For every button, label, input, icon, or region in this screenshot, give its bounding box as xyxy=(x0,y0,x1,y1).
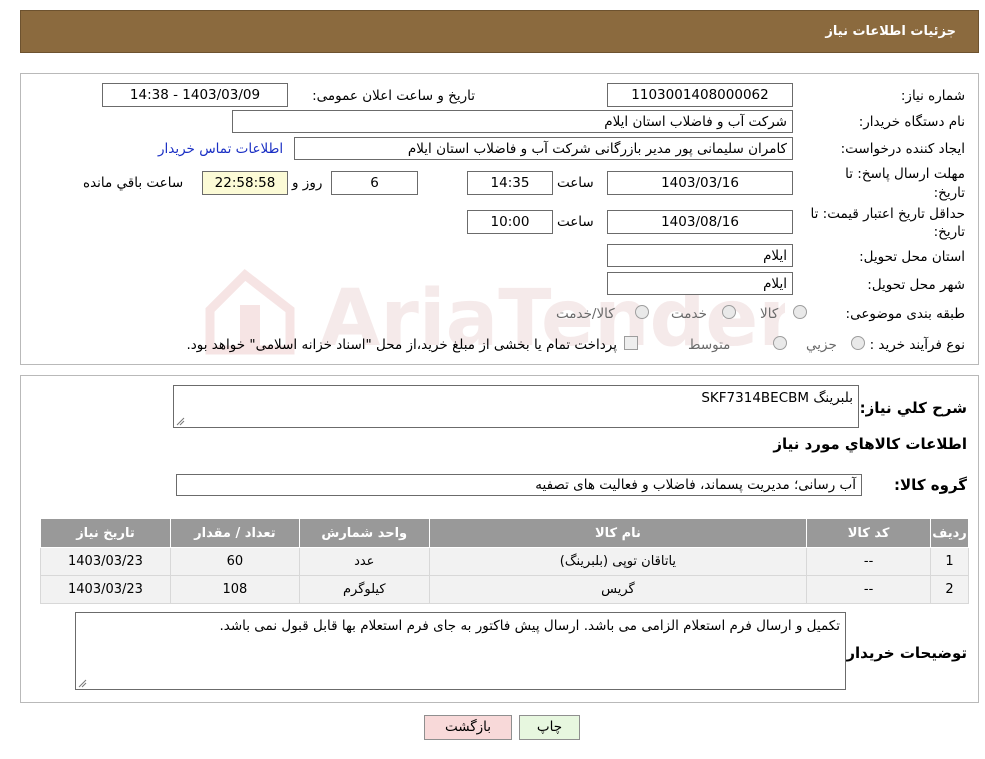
city-label: شهر محل تحویل: xyxy=(867,277,965,293)
cell-row-number: 1 xyxy=(930,547,969,576)
creator-label: ایجاد کننده درخواست: xyxy=(840,141,965,157)
summary-textarea[interactable]: بلبرینگ SKF7314BECBM xyxy=(173,385,859,428)
col-header-item-name: نام کالا xyxy=(428,518,808,548)
cell-item-name: یاتاقان توپی (بلبرینگ) xyxy=(428,547,808,576)
process-medium-radio[interactable] xyxy=(773,336,787,350)
city-field: ایلام xyxy=(607,272,793,295)
process-minor-radio[interactable] xyxy=(851,336,865,350)
deadline-time-field: 14:35 xyxy=(467,171,553,195)
buyer-notes-textarea[interactable]: تکمیل و ارسال فرم استعلام الزامی می باشد… xyxy=(75,612,846,690)
cell-need-date: 1403/03/23 xyxy=(40,547,171,576)
cell-unit: عدد xyxy=(298,547,430,576)
table-row: 2 -- گریس کیلوگرم 108 1403/03/23 xyxy=(40,575,969,604)
need-number-label: شماره نیاز: xyxy=(900,88,965,104)
buyer-org-label: نام دستگاه خریدار: xyxy=(858,114,965,130)
category-service-radio[interactable] xyxy=(722,305,736,319)
print-button[interactable]: چاپ xyxy=(519,715,580,740)
buyer-org-field: شرکت آب و فاضلاب استان ایلام xyxy=(232,110,793,133)
category-goods-service-label: کالا/خدمت xyxy=(556,306,615,322)
validity-time-label: ساعت xyxy=(557,214,594,230)
province-label: استان محل تحویل: xyxy=(859,249,965,265)
table-header-row: رديف کد کالا نام کالا واحد شمارش تعداد /… xyxy=(40,518,969,548)
process-minor-label: جزیي xyxy=(806,337,837,353)
buyer-notes-text: تکمیل و ارسال فرم استعلام الزامی می باشد… xyxy=(219,618,840,634)
announce-datetime-label: تاریخ و ساعت اعلان عمومی: xyxy=(312,88,475,104)
category-goods-radio[interactable] xyxy=(793,305,807,319)
validity-date-field: 1403/08/16 xyxy=(607,210,793,234)
deadline-label: مهلت ارسال پاسخ: تا xyxy=(845,166,965,182)
goods-table: رديف کد کالا نام کالا واحد شمارش تعداد /… xyxy=(40,518,969,604)
cell-item-code: -- xyxy=(806,547,932,576)
table-row: 1 -- یاتاقان توپی (بلبرینگ) عدد 60 1403/… xyxy=(40,547,969,576)
cell-item-name: گریس xyxy=(428,575,808,604)
cell-quantity: 60 xyxy=(169,547,300,576)
deadline-date-field: 1403/03/16 xyxy=(607,171,793,195)
summary-text: بلبرینگ SKF7314BECBM xyxy=(701,390,853,406)
category-service-label: خدمت xyxy=(671,306,707,322)
goods-group-field: آب رسانی؛ مدیریت پسماند، فاضلاب و فعالیت… xyxy=(176,474,862,496)
days-remaining-field: 6 xyxy=(331,171,418,195)
days-label: روز و xyxy=(292,175,323,191)
summary-label: شرح كلي نياز: xyxy=(859,399,967,417)
col-header-need-date: تاريخ نياز xyxy=(40,518,171,548)
category-goods-service-radio[interactable] xyxy=(635,305,649,319)
process-medium-label: متوسط xyxy=(688,337,731,353)
category-label: طبقه بندی موضوعی: xyxy=(845,306,965,322)
treasury-payment-note: پرداخت تمام یا بخشی از مبلغ خرید،از محل … xyxy=(186,337,617,353)
cell-row-number: 2 xyxy=(930,575,969,604)
back-button[interactable]: بازگشت xyxy=(424,715,512,740)
process-type-label: نوع فرآیند خرید : xyxy=(869,337,965,353)
cell-need-date: 1403/03/23 xyxy=(40,575,171,604)
resize-grip-icon[interactable] xyxy=(176,417,185,426)
validity-label-date: تاریخ: xyxy=(933,224,965,240)
buyer-contact-link[interactable]: اطلاعات تماس خریدار xyxy=(158,141,283,157)
category-goods-label: کالا xyxy=(760,306,779,322)
col-header-item-code: کد کالا xyxy=(806,518,932,548)
col-header-unit: واحد شمارش xyxy=(298,518,430,548)
remaining-time-field: 22:58:58 xyxy=(202,171,288,195)
col-header-quantity: تعداد / مقدار xyxy=(169,518,300,548)
goods-info-title: اطلاعات کالاهاي مورد نياز xyxy=(773,435,967,453)
need-number-field: 1103001408000062 xyxy=(607,83,793,107)
col-header-row-number: رديف xyxy=(930,518,969,548)
deadline-label-date: تاریخ: xyxy=(933,185,965,201)
remaining-time-label: ساعت باقي مانده xyxy=(83,175,184,191)
cell-quantity: 108 xyxy=(169,575,300,604)
cell-unit: کیلوگرم xyxy=(298,575,430,604)
page-title: جزئیات اطلاعات نیاز xyxy=(825,24,956,39)
goods-group-label: گروه کالا: xyxy=(894,476,967,494)
resize-grip-icon[interactable] xyxy=(78,679,87,688)
page-header: جزئیات اطلاعات نیاز xyxy=(20,10,979,53)
creator-field: کامران سلیمانی پور مدیر بازرگانی شرکت آب… xyxy=(294,137,793,160)
treasury-payment-checkbox[interactable] xyxy=(624,336,638,350)
province-field: ایلام xyxy=(607,244,793,267)
cell-item-code: -- xyxy=(806,575,932,604)
deadline-time-label: ساعت xyxy=(557,175,594,191)
validity-time-field: 10:00 xyxy=(467,210,553,234)
validity-label: حداقل تاریخ اعتبار قیمت: تا xyxy=(810,206,965,222)
announce-datetime-field: 1403/03/09 - 14:38 xyxy=(102,83,288,107)
buyer-notes-label: توضیحات خریدار: xyxy=(840,644,967,662)
